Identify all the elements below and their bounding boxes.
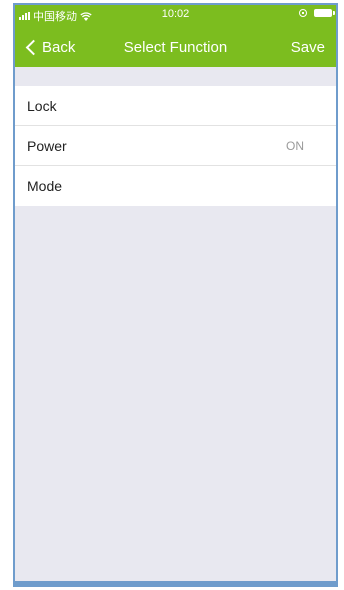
bottom-border (15, 581, 336, 585)
save-button[interactable]: Save (291, 39, 325, 56)
status-time: 10:02 (161, 8, 190, 20)
header: 中国移动 10:02 Back Select Function Save (15, 5, 336, 67)
item-value: ON (286, 139, 304, 153)
list-item-mode[interactable]: Mode (15, 166, 336, 206)
page-title: Select Function (123, 39, 228, 56)
item-label: Mode (27, 178, 63, 194)
phone-screen: 中国移动 10:02 Back Select Function Save Loc… (13, 3, 338, 587)
orientation-lock-icon (299, 9, 307, 17)
item-label: Lock (27, 98, 57, 114)
list-item-power[interactable]: Power ON (15, 126, 336, 166)
battery-icon (314, 9, 335, 17)
status-bar: 中国移动 10:02 (15, 5, 336, 25)
item-label: Power (27, 138, 67, 154)
list-item-lock[interactable]: Lock (15, 86, 336, 126)
navigation-bar: Back Select Function Save (15, 29, 336, 67)
function-list: Lock Power ON Mode (15, 86, 336, 206)
status-right (299, 9, 335, 17)
